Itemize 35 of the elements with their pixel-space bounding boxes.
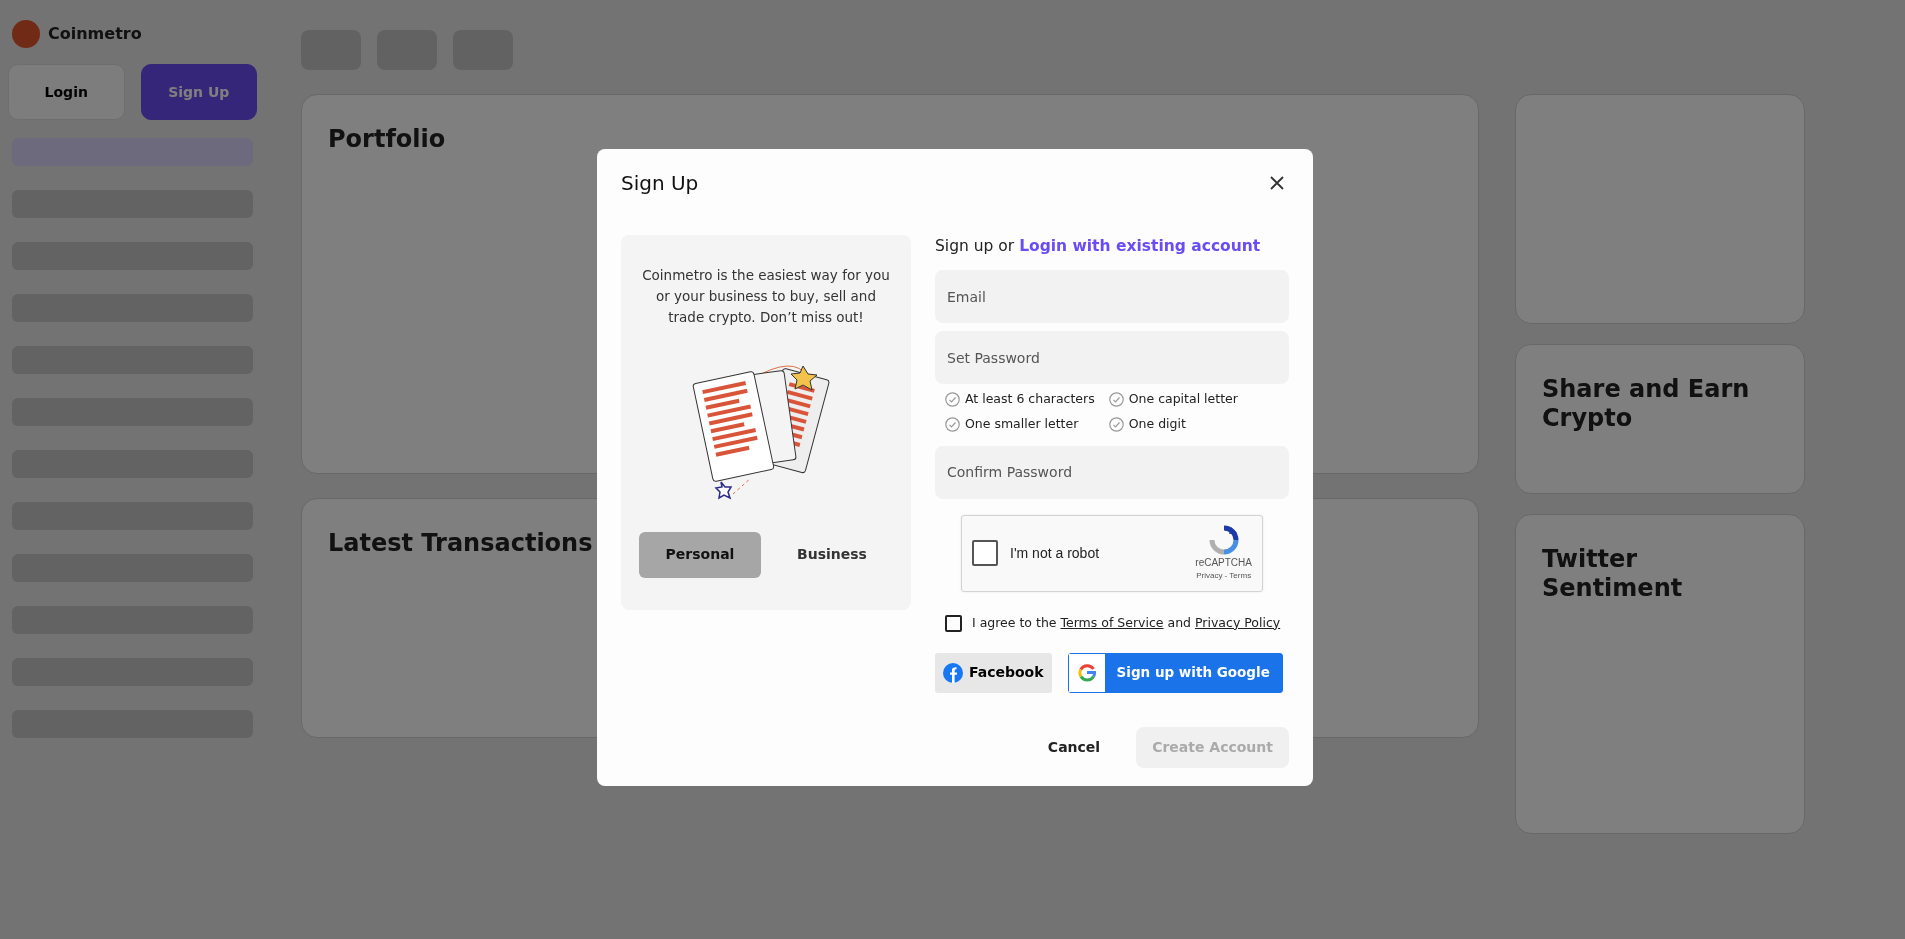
login-button[interactable]: Login [8, 64, 125, 120]
captcha-logo-icon [1208, 524, 1239, 555]
password-rule: One capital letter [1128, 390, 1238, 409]
captcha-checkbox[interactable] [972, 540, 998, 567]
panel-title: Share and Earn Crypto [1542, 375, 1751, 433]
facebook-button[interactable]: Facebook [935, 652, 1052, 693]
agreement-text: I agree to the Terms of Service and Privacy Policy [972, 613, 1281, 632]
password-rule: One digit [1128, 415, 1186, 433]
google-sign-up-button[interactable]: Sign up with Google [1067, 652, 1283, 693]
cancel-button[interactable]: Cancel [1031, 726, 1117, 768]
account-type-tab[interactable]: Business [771, 531, 893, 578]
login-link[interactable]: Login with existing account [1019, 237, 1261, 255]
password-rule: One smaller letter [965, 415, 1079, 433]
agree-checkbox[interactable] [945, 614, 962, 632]
password-rule: At least 6 characters [965, 390, 1095, 409]
google-logo-icon [1077, 663, 1096, 682]
lead-text: Sign up or [935, 237, 1015, 255]
captcha-label: I'm not a robot [1010, 543, 1101, 563]
facebook-logo-icon [943, 662, 963, 683]
terms-link[interactable]: Terms of Service [1060, 614, 1164, 630]
dialog-title: Sign Up [621, 171, 699, 195]
password-field[interactable]: Set Password [935, 331, 1289, 385]
account-type-tab[interactable]: Personal [639, 531, 761, 578]
logo-icon [12, 20, 40, 48]
intro-text: Coinmetro is the easiest way for you or your business to buy, sell and trade crypto. Don’t miss out! [641, 266, 891, 327]
confirm-password-field[interactable]: Confirm Password [935, 445, 1289, 499]
panel-title: Latest Transactions [328, 529, 593, 558]
captcha-links: Privacy - Terms [1196, 569, 1252, 582]
brand-name: Coinmetro [48, 23, 142, 45]
email-field[interactable]: Email [935, 270, 1289, 324]
privacy-link[interactable]: Privacy Policy [1195, 614, 1281, 630]
close-icon [1269, 175, 1285, 191]
captcha-brand: reCAPTCHA [1195, 555, 1252, 570]
panel-title: Portfolio [328, 125, 446, 154]
panel-title: Twitter Sentiment [1542, 545, 1684, 603]
